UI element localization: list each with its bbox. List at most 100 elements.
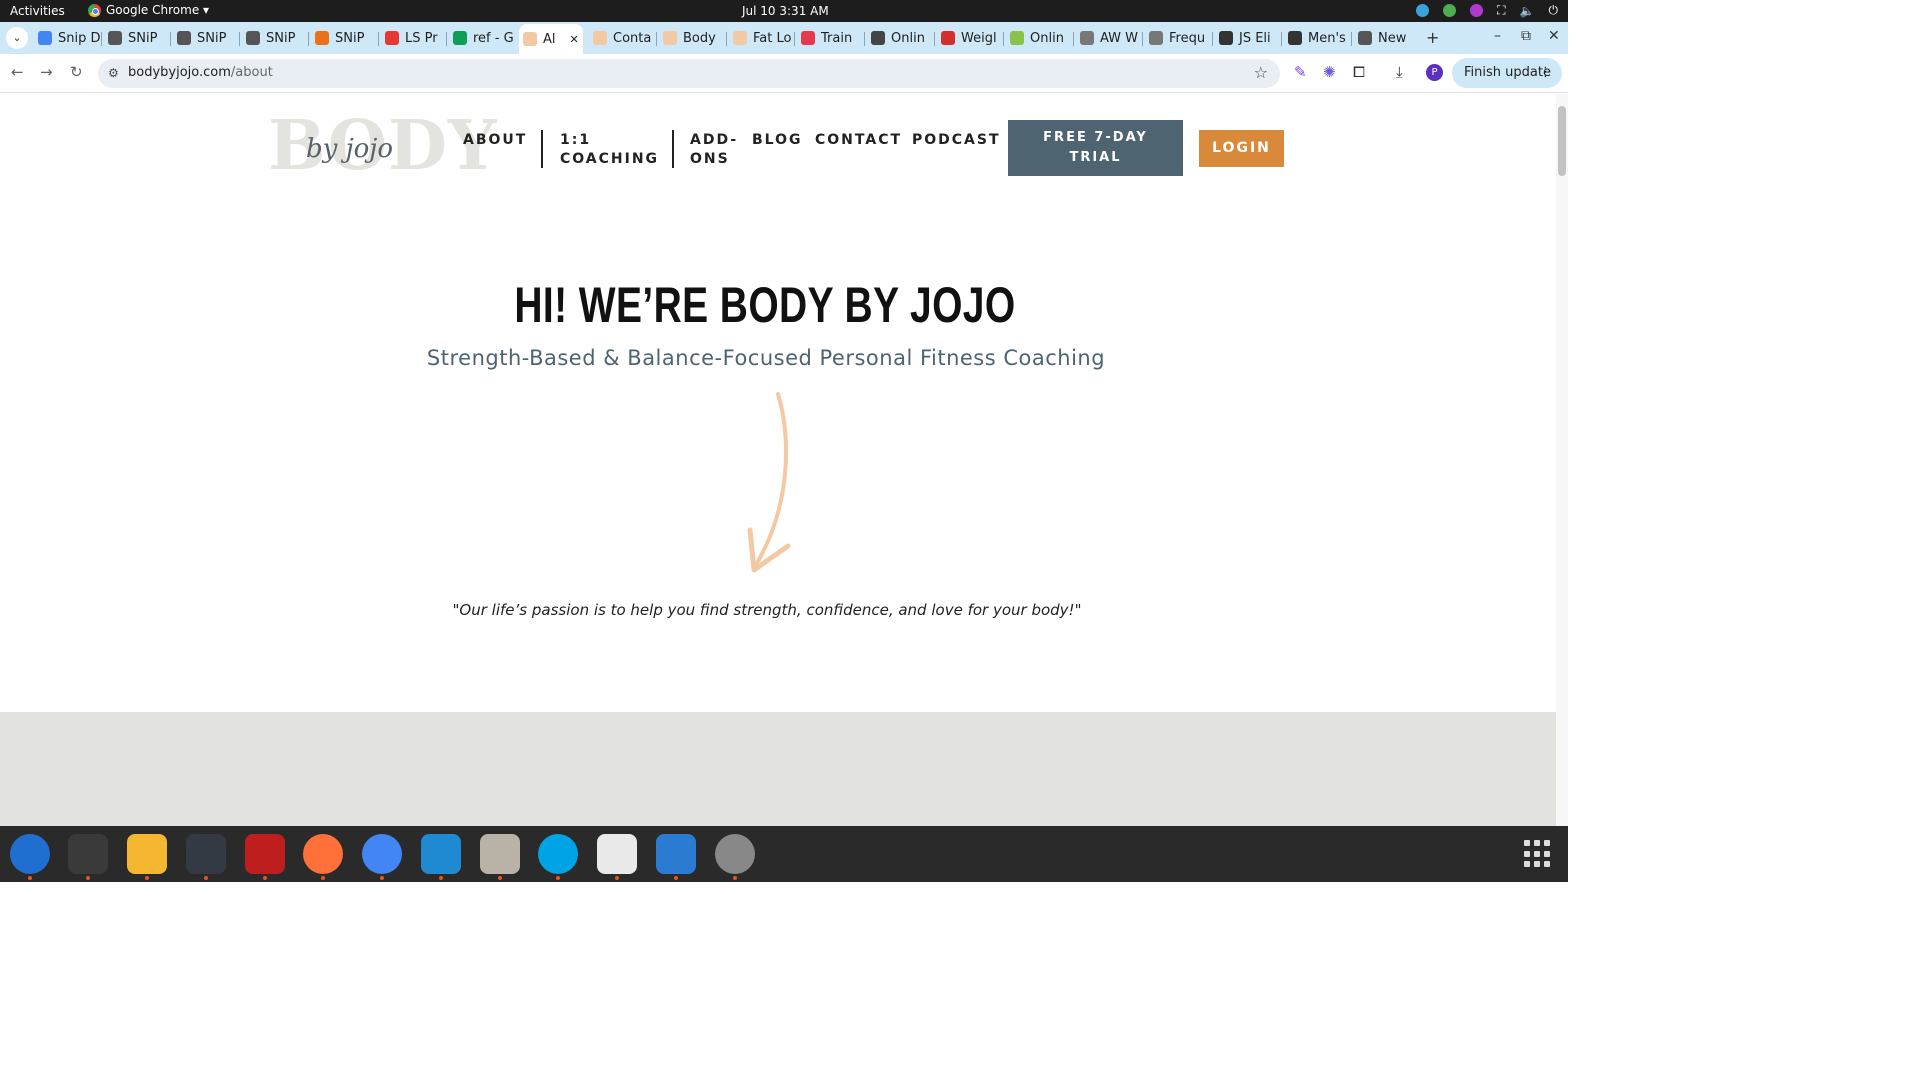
tab-favicon-icon [523,32,537,46]
browser-tab[interactable]: New [1354,26,1420,50]
browser-tab[interactable]: Train [797,26,863,50]
running-indicator [556,876,560,880]
more-menu-icon[interactable]: ⋮ [1539,58,1552,88]
sparkle-extension-icon[interactable]: ✺ [1323,63,1336,81]
thunderbird-icon[interactable] [10,834,50,874]
browser-tab[interactable]: Onlin [867,26,933,50]
browser-tab[interactable]: SNiP [311,26,377,50]
tab-separator [656,32,657,46]
show-apps-icon[interactable] [1524,840,1552,868]
activities-button[interactable]: Activities [10,4,65,18]
browser-tab[interactable]: SNiP [104,26,170,50]
url-path: /about [230,65,273,80]
tab-close-icon[interactable]: ✕ [570,33,579,46]
finish-update-button[interactable]: Finish update ⋮ [1452,58,1562,88]
down-arrow-icon [747,392,791,573]
tab-label: New [1378,30,1407,46]
tab-favicon-icon [663,31,677,45]
nav-coaching[interactable]: 1:1 COACHING [560,131,659,169]
download-icon[interactable]: ⤓ [1396,63,1403,81]
tab-favicon-icon [246,31,260,45]
forward-icon[interactable]: → [40,63,53,81]
browser-tab[interactable]: Men's [1284,26,1350,50]
nav-about[interactable]: ABOUT [463,131,527,150]
nav-contact[interactable]: CONTACT [815,131,902,150]
disk-utility-icon[interactable] [715,834,755,874]
browser-tab[interactable]: AW W [1076,26,1142,50]
nav-blog[interactable]: BLOG [752,131,803,150]
back-icon[interactable]: ← [11,63,24,81]
tab-label: Al [543,31,556,47]
scrollbar-thumb[interactable] [1558,106,1566,176]
minimize-icon[interactable]: – [1494,28,1501,44]
volume-icon[interactable]: 🔈 [1520,4,1535,18]
browser-tab[interactable]: Al ✕ [519,24,583,54]
running-indicator [204,876,208,880]
puzzle-extensions-icon[interactable]: ⧠ [1353,63,1365,81]
page-scrollbar[interactable] [1556,94,1568,826]
tab-separator [101,32,102,46]
close-window-icon[interactable]: ✕ [1548,28,1560,44]
browser-tab[interactable]: SNiP [173,26,239,50]
network-icon[interactable]: ⛶ [1497,3,1505,18]
restore-icon[interactable]: ⧉ [1521,28,1531,44]
new-tab-button[interactable]: + [1426,28,1439,47]
login-button[interactable]: LOGIN [1199,130,1284,167]
system-monitor-icon[interactable] [186,834,226,874]
tab-label: SNiP [128,30,158,46]
tab-separator [378,32,379,46]
libreoffice-writer-icon[interactable] [656,834,696,874]
calculator-icon[interactable] [127,834,167,874]
chrome-icon[interactable] [362,834,402,874]
tab-separator [1003,32,1004,46]
browser-tab[interactable]: Snip D [34,26,100,50]
running-indicator [615,876,619,880]
browser-tab[interactable]: JS Eli [1215,26,1281,50]
browser-tab[interactable]: LS Pr [381,26,447,50]
nav-podcast[interactable]: PODCAST [912,131,1001,150]
browser-tab[interactable]: Conta [589,26,655,50]
terminal-icon[interactable] [68,834,108,874]
app-menu[interactable]: Google Chrome ▾ [88,3,209,17]
files-icon[interactable] [480,834,520,874]
tab-favicon-icon [801,31,815,45]
tab-label: Snip D [58,30,100,46]
nav-addons[interactable]: ADD- ONS [690,131,738,169]
browser-tab[interactable]: Onlin [1006,26,1072,50]
site-info-icon[interactable]: ⚙ [108,66,119,80]
system-top-bar: Activities Google Chrome ▾ Jul 10 3:31 A… [0,0,1568,22]
tab-label: Frequ [1169,30,1206,46]
bookmark-star-icon[interactable]: ☆ [1254,63,1268,82]
pen-extension-icon[interactable]: ✎ [1294,63,1307,81]
browser-tab[interactable]: Fat Lo [729,26,795,50]
site-logo[interactable]: BODY by jojo [268,106,496,186]
tab-search-button[interactable]: ⌄ [6,27,28,49]
profile-avatar[interactable]: P [1426,64,1443,81]
filezilla-icon[interactable] [245,834,285,874]
check-icon[interactable] [1443,4,1457,17]
extension-tray-icon[interactable] [1470,4,1484,17]
browser-tab[interactable]: Frequ [1145,26,1211,50]
running-indicator [28,876,32,880]
tab-label: SNiP [197,30,227,46]
tab-favicon-icon [385,31,399,45]
sync-icon[interactable] [1416,4,1430,17]
address-bar[interactable]: ⚙ bodybyjojo.com/about ☆ [98,59,1280,88]
url-text[interactable]: bodybyjojo.com/about [128,65,273,80]
power-icon[interactable]: ⏻ [1549,3,1559,18]
system-tray[interactable]: ⛶ 🔈 ⏻ [1416,3,1558,18]
text-editor-icon[interactable] [597,834,637,874]
free-trial-button[interactable]: FREE 7-DAY TRIAL [1008,120,1183,176]
firefox-icon[interactable] [303,834,343,874]
vscode-icon[interactable] [421,834,461,874]
browser-tab[interactable]: Weigl [937,26,1003,50]
browser-tab[interactable]: Body [659,26,725,50]
skype-icon[interactable] [538,834,578,874]
clock[interactable]: Jul 10 3:31 AM [742,4,829,18]
nav-coaching-line2: COACHING [560,151,660,167]
tab-favicon-icon [1358,31,1372,45]
browser-tab[interactable]: ref - G [449,26,515,50]
browser-tab[interactable]: SNiP [242,26,308,50]
reload-icon[interactable]: ↻ [70,63,83,81]
dock [0,826,1568,882]
